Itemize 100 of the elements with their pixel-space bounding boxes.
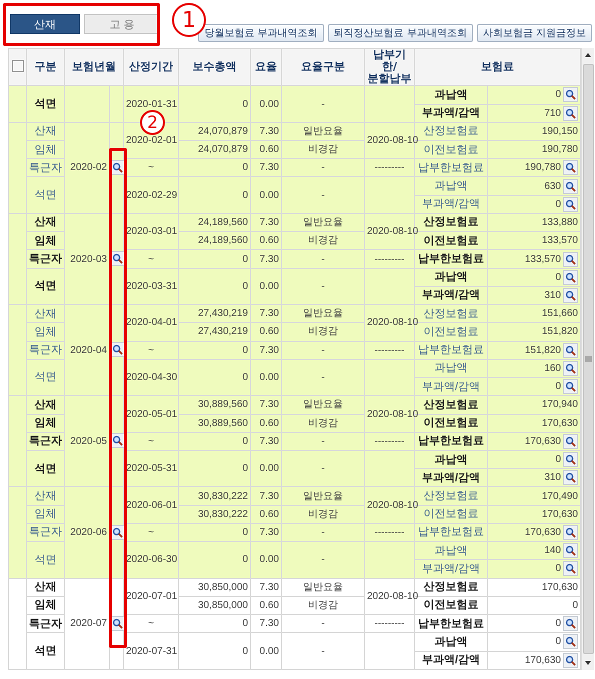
table-cell: --------- — [364, 158, 414, 177]
table-cell: 0.00 — [250, 542, 282, 578]
table-cell: - — [282, 158, 364, 177]
row-label: 특근자 — [26, 614, 64, 633]
action-button[interactable]: 퇴직정산보험료 부과내역조회 — [328, 24, 473, 42]
fee-value: 190,150 — [542, 126, 578, 137]
fee-label: 부과액/감액 — [414, 468, 488, 487]
row-label: 특근자 — [26, 523, 64, 542]
column-header: 보험료 — [414, 48, 580, 86]
fee-value: 0 — [555, 198, 561, 210]
search-button[interactable] — [563, 87, 578, 102]
table-cell: - — [282, 176, 364, 214]
checkbox[interactable] — [12, 60, 24, 72]
fee-label: 과납액 — [414, 632, 488, 652]
search-button[interactable] — [563, 252, 578, 266]
tab[interactable]: 고 용 — [84, 14, 160, 34]
action-button[interactable]: 사회보험금 지원금정보 — [476, 24, 592, 42]
search-button[interactable] — [563, 525, 578, 540]
table-cell: 0.00 — [250, 176, 282, 214]
table-cell: 0 — [178, 158, 250, 177]
fee-value: 170,630 — [542, 582, 578, 593]
column-header: 보험년월 — [64, 48, 124, 86]
table-cell: - — [282, 432, 364, 450]
scroll-thumb[interactable] — [582, 64, 594, 654]
row-label: 특근자 — [26, 432, 64, 450]
table-cell: 비경감 — [282, 232, 364, 250]
search-button[interactable] — [563, 160, 578, 176]
row-label: 임체 — [26, 322, 64, 342]
search-button[interactable] — [563, 470, 578, 486]
table-cell: 0 — [178, 86, 250, 122]
table-cell: 0.60 — [250, 322, 282, 342]
table-cell: 0.60 — [250, 414, 282, 432]
column-header: 요율 — [250, 48, 282, 86]
action-button[interactable]: 당월보험료 부과내역조회 — [198, 24, 324, 42]
search-button[interactable] — [563, 360, 578, 376]
table-cell: --------- — [364, 523, 414, 542]
table-cell: 7.30 — [250, 396, 282, 414]
fee-value: 160 — [544, 362, 561, 374]
table-cell: 24,070,879 — [178, 122, 250, 140]
search-button[interactable] — [563, 288, 578, 303]
column-header: 납부기한/ 분할납부 — [364, 48, 414, 86]
fee-value: 170,630 — [542, 508, 578, 520]
fee-label: 납부한보험료 — [414, 523, 488, 542]
search-button[interactable] — [563, 652, 578, 668]
fee-value: 133,570 — [542, 235, 578, 246]
fee-value: 0 — [555, 636, 561, 648]
fee-label: 납부한보험료 — [414, 614, 488, 633]
table-cell: - — [282, 542, 364, 578]
search-button[interactable] — [563, 106, 578, 121]
search-button[interactable] — [563, 434, 578, 449]
search-button[interactable] — [563, 561, 578, 576]
step-number: 1 — [172, 3, 206, 37]
table-cell: - — [282, 341, 364, 360]
row-label: 석면 — [26, 632, 64, 670]
table-cell: 7.30 — [250, 578, 282, 596]
table-cell: 비경감 — [282, 140, 364, 159]
table-cell: 0 — [178, 632, 250, 670]
fee-value: 170,490 — [542, 490, 578, 502]
table-cell: 7.30 — [250, 341, 282, 360]
search-button[interactable] — [563, 379, 578, 394]
table-cell: 일반요율 — [282, 486, 364, 506]
table-cell: --------- — [364, 614, 414, 633]
table-cell: - — [282, 86, 364, 122]
row-label: 임체 — [26, 140, 64, 159]
tab[interactable]: 산재 — [10, 14, 80, 34]
table-cell: 27,430,219 — [178, 322, 250, 342]
fee-value: 0 — [572, 600, 578, 611]
row-label: 산재 — [26, 304, 64, 323]
table-cell: 0 — [178, 341, 250, 360]
search-button[interactable] — [563, 178, 578, 194]
table-cell: 7.30 — [250, 304, 282, 323]
search-button[interactable] — [563, 616, 578, 632]
table-cell: 24,070,879 — [178, 140, 250, 159]
search-button[interactable] — [563, 634, 578, 650]
search-button[interactable] — [563, 270, 578, 285]
table-cell: - — [282, 250, 364, 268]
year-month: 2020-03 — [64, 213, 110, 305]
fee-value: 151,820 — [542, 326, 578, 338]
row-label: 산재 — [26, 122, 64, 140]
year-month: 2020-07 — [64, 578, 110, 670]
fee-value: 170,630 — [542, 418, 578, 429]
column-header: 구분 — [26, 48, 64, 86]
table-cell: 30,889,560 — [178, 396, 250, 414]
table-cell: 7.30 — [250, 523, 282, 542]
row-label: 임체 — [26, 505, 64, 524]
search-button[interactable] — [563, 452, 578, 468]
row-label: 산재 — [26, 486, 64, 506]
table-cell: 일반요율 — [282, 578, 364, 596]
table-cell: 비경감 — [282, 596, 364, 615]
search-button[interactable] — [563, 543, 578, 558]
row-label: 특근자 — [26, 250, 64, 268]
row-label: 석면 — [26, 542, 64, 578]
table-cell: 7.30 — [250, 250, 282, 268]
row-label: 임체 — [26, 596, 64, 615]
scrollbar[interactable] — [581, 48, 594, 670]
search-button[interactable] — [563, 342, 578, 358]
search-button[interactable] — [563, 196, 578, 212]
table-cell: 0 — [178, 614, 250, 633]
row-label: 산재 — [26, 578, 64, 596]
fee-value: 170,630 — [524, 436, 561, 447]
